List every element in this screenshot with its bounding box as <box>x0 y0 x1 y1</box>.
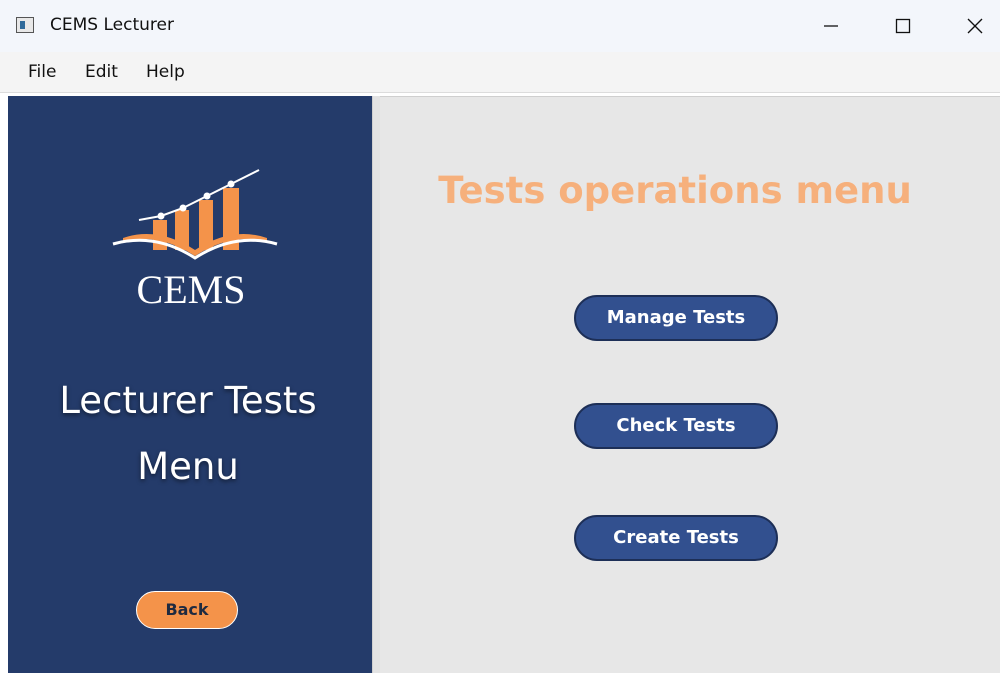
close-icon <box>967 18 983 34</box>
manage-tests-button[interactable]: Manage Tests <box>574 295 778 341</box>
sidebar-heading-line2: Menu <box>137 445 239 488</box>
maximize-button[interactable] <box>883 10 923 42</box>
minimize-icon <box>824 25 838 27</box>
logo-text: CEMS <box>136 267 246 312</box>
app-icon <box>16 17 34 33</box>
sidebar-heading: Lecturer Tests Menu <box>28 368 348 500</box>
minimize-button[interactable] <box>811 10 851 42</box>
cems-logo-icon <box>112 169 278 260</box>
menu-bar: File Edit Help <box>0 52 1000 93</box>
close-button[interactable] <box>955 10 995 42</box>
menu-edit[interactable]: Edit <box>85 62 118 82</box>
maximize-icon <box>895 18 911 34</box>
back-button[interactable]: Back <box>136 591 238 629</box>
check-tests-button[interactable]: Check Tests <box>574 403 778 449</box>
page-title: Tests operations menu <box>438 169 912 212</box>
create-tests-button[interactable]: Create Tests <box>574 515 778 561</box>
menu-help[interactable]: Help <box>146 62 185 82</box>
main-panel: Tests operations menu Manage Tests Check… <box>380 96 1000 673</box>
split-divider[interactable] <box>372 96 380 673</box>
menu-file[interactable]: File <box>28 62 56 82</box>
sidebar-heading-line1: Lecturer Tests <box>59 379 317 422</box>
sidebar: CEMS Lecturer Tests Menu Back <box>8 96 372 673</box>
title-bar: CEMS Lecturer <box>0 0 1000 52</box>
window-title: CEMS Lecturer <box>50 15 174 35</box>
